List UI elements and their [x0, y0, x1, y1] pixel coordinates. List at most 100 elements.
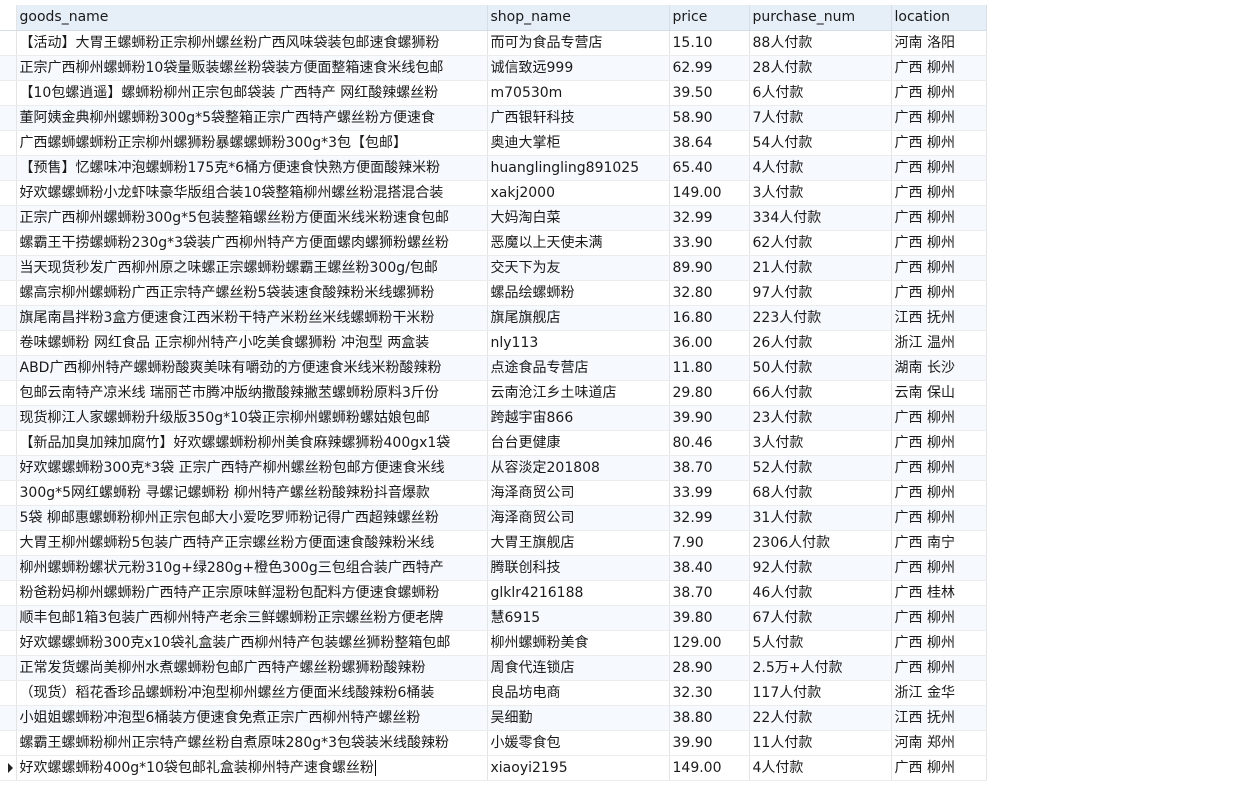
table-row[interactable]: 螺高宗柳州螺蛳粉广西正宗特产螺丝粉5袋装速食酸辣粉米线螺狮粉 螺品绘螺蛳粉 32.8… [0, 280, 987, 306]
row-indicator[interactable] [0, 330, 17, 356]
cell-purchase-num[interactable]: 46人付款 [749, 580, 892, 606]
cell-purchase-num[interactable]: 2.5万+人付款 [749, 655, 892, 681]
cell-price[interactable]: 36.00 [669, 330, 750, 356]
cell-purchase-num[interactable]: 334人付款 [749, 205, 892, 231]
cell-location[interactable]: 广西 柳州 [891, 55, 987, 81]
cell-shop-name[interactable]: 良品坊电商 [487, 680, 670, 706]
cell-shop-name[interactable]: nly113 [487, 330, 670, 356]
table-row[interactable]: 包邮云南特产凉米线 瑞丽芒市腾冲版纳撒酸辣撇苤螺蛳粉原料3斤份 云南沧江乡土味道店… [0, 380, 987, 406]
cell-purchase-num[interactable]: 66人付款 [749, 380, 892, 406]
row-indicator[interactable] [0, 680, 17, 706]
cell-price[interactable]: 32.99 [669, 205, 750, 231]
cell-location[interactable]: 江西 抚州 [891, 705, 987, 731]
cell-purchase-num[interactable]: 88人付款 [749, 30, 892, 56]
cell-location[interactable]: 广西 桂林 [891, 580, 987, 606]
cell-goods-name[interactable]: 螺霸王螺蛳粉柳州正宗特产螺丝粉自煮原味280g*3包袋装米线酸辣粉 [16, 730, 488, 756]
row-indicator[interactable] [0, 480, 17, 506]
cell-location[interactable]: 广西 柳州 [891, 430, 987, 456]
cell-goods-name[interactable]: 正宗广西柳州螺蛳粉300g*5包装整箱螺丝粉方便面米线米粉速食包邮 [16, 205, 488, 231]
row-indicator[interactable] [0, 530, 17, 556]
table-row[interactable]: 好欢螺螺蛳粉300克x10袋礼盒装广西柳州特产包装螺丝狮粉整箱包邮 柳州螺蛳粉美食… [0, 630, 987, 656]
table-row[interactable]: 【预售】忆螺味冲泡螺蛳粉175克*6桶方便速食快熟方便面酸辣米粉 huanglin… [0, 155, 987, 181]
cell-location[interactable]: 广西 柳州 [891, 230, 987, 256]
cell-location[interactable]: 广西 柳州 [891, 655, 987, 681]
cell-purchase-num[interactable]: 67人付款 [749, 605, 892, 631]
table-row[interactable]: 小姐姐螺蛳粉冲泡型6桶装方便速食免煮正宗广西柳州特产螺丝粉 吴细勤 38.80 22人… [0, 705, 987, 731]
table-row[interactable]: 旗尾南昌拌粉3盒方便速食江西米粉干特产米粉丝米线螺蛳粉干米粉 旗尾旗舰店 16.80… [0, 305, 987, 331]
cell-price[interactable]: 38.70 [669, 455, 750, 481]
row-indicator[interactable] [0, 655, 17, 681]
table-row[interactable]: 正宗广西柳州螺蛳粉10袋量贩装螺丝粉袋装方便面整箱速食米线包邮 诚信致远999 62… [0, 55, 987, 81]
row-indicator[interactable] [0, 580, 17, 606]
row-indicator[interactable] [0, 705, 17, 731]
cell-purchase-num[interactable]: 26人付款 [749, 330, 892, 356]
row-indicator[interactable] [0, 180, 17, 206]
cell-shop-name[interactable]: 旗尾旗舰店 [487, 305, 670, 331]
cell-goods-name[interactable]: 当天现货秒发广西柳州原之味螺正宗螺蛳粉螺霸王螺丝粉300g/包邮 [16, 255, 488, 281]
cell-price[interactable]: 80.46 [669, 430, 750, 456]
table-row[interactable]: 螺霸王螺蛳粉柳州正宗特产螺丝粉自煮原味280g*3包袋装米线酸辣粉 小媛零食包 39… [0, 730, 987, 756]
cell-shop-name[interactable]: xakj2000 [487, 180, 670, 206]
cell-shop-name[interactable]: 螺品绘螺蛳粉 [487, 280, 670, 306]
cell-purchase-num[interactable]: 2306人付款 [749, 530, 892, 556]
cell-goods-name[interactable]: 大胃王柳州螺蛳粉5包装广西特产正宗螺丝粉方便面速食酸辣粉米线 [16, 530, 488, 556]
row-indicator[interactable] [0, 405, 17, 431]
table-row[interactable]: 正常发货螺尚美柳州水煮螺蛳粉包邮广西特产螺丝粉螺狮粉酸辣粉 周食代连锁店 28.90… [0, 655, 987, 681]
row-indicator[interactable] [0, 730, 17, 756]
cell-price[interactable]: 32.30 [669, 680, 750, 706]
cell-price[interactable]: 62.99 [669, 55, 750, 81]
cell-price[interactable]: 39.90 [669, 405, 750, 431]
cell-goods-name[interactable]: 【活动】大胃王螺蛳粉正宗柳州螺丝粉广西风味袋装包邮速食螺狮粉 [16, 30, 488, 56]
table-row[interactable]: 大胃王柳州螺蛳粉5包装广西特产正宗螺丝粉方便面速食酸辣粉米线 大胃王旗舰店 7.90… [0, 530, 987, 556]
cell-price[interactable]: 39.50 [669, 80, 750, 106]
table-row[interactable]: 正宗广西柳州螺蛳粉300g*5包装整箱螺丝粉方便面米线米粉速食包邮 大妈淘白菜 32… [0, 205, 987, 231]
row-indicator[interactable] [0, 280, 17, 306]
cell-location[interactable]: 广西 柳州 [891, 605, 987, 631]
cell-location[interactable]: 浙江 温州 [891, 330, 987, 356]
cell-purchase-num[interactable]: 68人付款 [749, 480, 892, 506]
cell-price[interactable]: 38.70 [669, 580, 750, 606]
cell-shop-name[interactable]: 诚信致远999 [487, 55, 670, 81]
table-row[interactable]: 现货柳江人家螺蛳粉升级版350g*10袋正宗柳州螺蛳粉螺姑娘包邮 跨越宇宙866 3… [0, 405, 987, 431]
cell-goods-name[interactable]: 广西螺蛳螺蛳粉正宗柳州螺狮粉暴螺螺蛳粉300g*3包【包邮】 [16, 130, 488, 156]
table-row[interactable]: 董阿姨金典柳州螺蛳粉300g*5袋整箱正宗广西特产螺丝粉方便速食 广西银轩科技 58… [0, 105, 987, 131]
cell-shop-name[interactable]: 从容淡定201808 [487, 455, 670, 481]
cell-shop-name[interactable]: m70530m [487, 80, 670, 106]
cell-goods-name[interactable]: 包邮云南特产凉米线 瑞丽芒市腾冲版纳撒酸辣撇苤螺蛳粉原料3斤份 [16, 380, 488, 406]
table-row[interactable]: 300g*5网红螺蛳粉 寻螺记螺蛳粉 柳州特产螺丝粉酸辣粉抖音爆款 海泽商贸公司 3… [0, 480, 987, 506]
table-row[interactable]: 柳州螺蛳粉螺状元粉310g+绿280g+橙色300g三包组合装广西特产 腾联创科技… [0, 555, 987, 581]
cell-shop-name[interactable]: 小媛零食包 [487, 730, 670, 756]
cell-location[interactable]: 广西 柳州 [891, 155, 987, 181]
table-row[interactable]: 【活动】大胃王螺蛳粉正宗柳州螺丝粉广西风味袋装包邮速食螺狮粉 而可为食品专营店 15… [0, 30, 987, 56]
cell-price[interactable]: 149.00 [669, 180, 750, 206]
cell-shop-name[interactable]: 恶魔以上天使未满 [487, 230, 670, 256]
row-indicator[interactable] [0, 455, 17, 481]
cell-purchase-num[interactable]: 4人付款 [749, 155, 892, 181]
cell-price[interactable]: 39.80 [669, 605, 750, 631]
row-indicator[interactable] [0, 30, 17, 56]
table-row[interactable]: 5袋 柳邮惠螺蛳粉柳州正宗包邮大小爱吃罗师粉记得广西超辣螺丝粉 海泽商贸公司 32.… [0, 505, 987, 531]
cell-shop-name[interactable]: 台台更健康 [487, 430, 670, 456]
cell-location[interactable]: 广西 柳州 [891, 105, 987, 131]
cell-goods-name[interactable]: 现货柳江人家螺蛳粉升级版350g*10袋正宗柳州螺蛳粉螺姑娘包邮 [16, 405, 488, 431]
cell-price[interactable]: 16.80 [669, 305, 750, 331]
cell-purchase-num[interactable]: 3人付款 [749, 430, 892, 456]
cell-purchase-num[interactable]: 28人付款 [749, 55, 892, 81]
cell-shop-name[interactable]: 周食代连锁店 [487, 655, 670, 681]
cell-shop-name[interactable]: xiaoyi2195 [487, 755, 670, 781]
cell-goods-name[interactable]: 好欢螺螺蛳粉300克*3袋 正宗广西特产柳州螺丝粉包邮方便速食米线 [16, 455, 488, 481]
cell-purchase-num[interactable]: 97人付款 [749, 280, 892, 306]
cell-goods-name[interactable]: 螺高宗柳州螺蛳粉广西正宗特产螺丝粉5袋装速食酸辣粉米线螺狮粉 [16, 280, 488, 306]
row-indicator[interactable] [0, 755, 17, 781]
cell-price[interactable]: 28.90 [669, 655, 750, 681]
cell-shop-name[interactable]: 而可为食品专营店 [487, 30, 670, 56]
cell-shop-name[interactable]: 云南沧江乡土味道店 [487, 380, 670, 406]
row-indicator[interactable] [0, 255, 17, 281]
cell-location[interactable]: 广西 柳州 [891, 405, 987, 431]
cell-shop-name[interactable]: 慧6915 [487, 605, 670, 631]
cell-price[interactable]: 39.90 [669, 730, 750, 756]
cell-location[interactable]: 广西 南宁 [891, 530, 987, 556]
cell-purchase-num[interactable]: 23人付款 [749, 405, 892, 431]
row-indicator[interactable] [0, 605, 17, 631]
cell-purchase-num[interactable]: 62人付款 [749, 230, 892, 256]
